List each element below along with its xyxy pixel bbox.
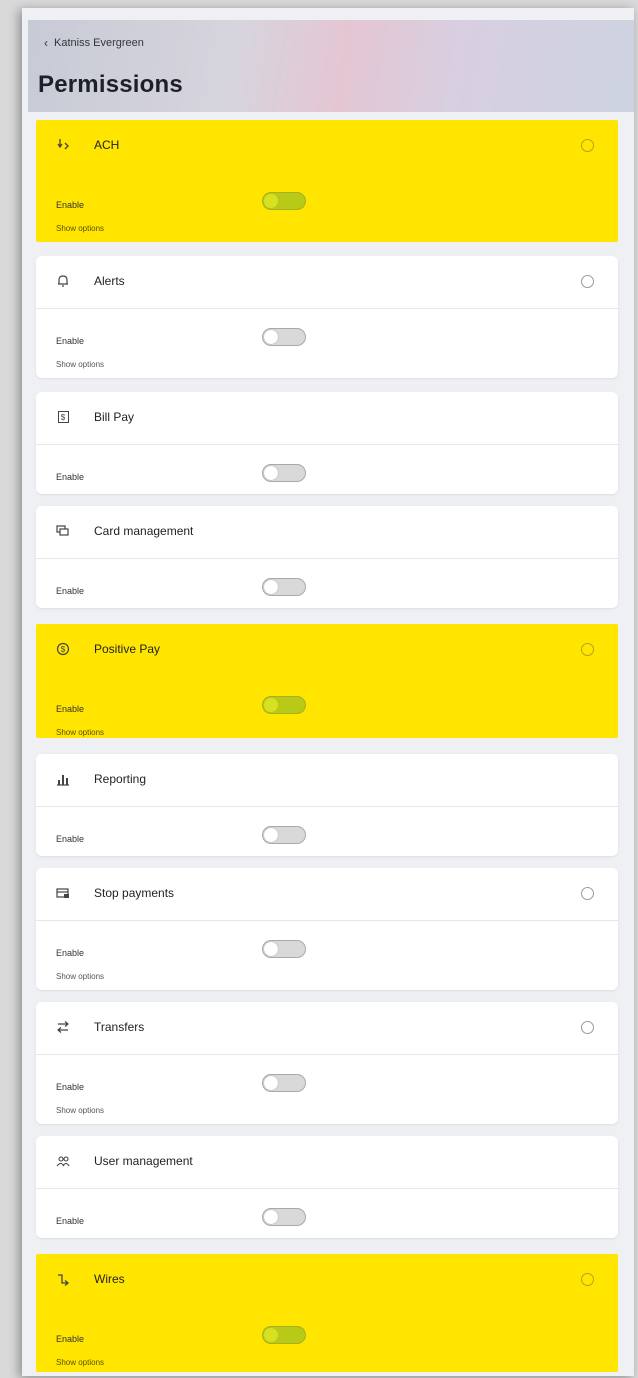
card-title: Stop payments <box>94 886 175 900</box>
info-icon[interactable] <box>581 643 594 656</box>
show-options-link[interactable]: Show options <box>56 972 104 981</box>
transfers-enable-toggle[interactable] <box>262 1074 306 1092</box>
permission-card-reporting: Reporting Enable <box>36 754 618 856</box>
enable-label: Enable <box>56 336 85 346</box>
permission-card-wires: Wires Enable Show options <box>36 1254 618 1372</box>
card-title: ACH <box>94 138 120 152</box>
transfer-arrows-icon <box>54 1018 72 1036</box>
card-title: Wires <box>94 1272 125 1286</box>
page-title: Permissions <box>38 71 183 98</box>
enable-label: Enable <box>56 704 85 714</box>
card-header: Reporting <box>36 754 618 807</box>
show-options-link[interactable]: Show options <box>56 728 104 737</box>
wires-enable-toggle[interactable] <box>262 1326 306 1344</box>
card-header: $ Positive Pay <box>36 624 618 676</box>
card-management-enable-toggle[interactable] <box>262 578 306 596</box>
card-header: Card management <box>36 506 618 559</box>
card-header: Stop payments <box>36 868 618 921</box>
card-header: ACH <box>36 120 618 172</box>
back-link[interactable]: ‹ Katniss Evergreen <box>44 36 144 50</box>
card-title: Card management <box>94 524 194 538</box>
ach-icon <box>54 136 72 154</box>
card-title: Reporting <box>94 772 147 786</box>
back-link-label: Katniss Evergreen <box>54 37 144 49</box>
enable-label: Enable <box>56 1216 85 1226</box>
show-options-link[interactable]: Show options <box>56 224 104 233</box>
bar-chart-icon <box>54 770 72 788</box>
permission-card-card-management: Card management Enable <box>36 506 618 608</box>
permission-card-positive-pay: $ Positive Pay Enable Show options <box>36 624 618 738</box>
permission-card-ach: ACH Enable Show options <box>36 120 618 242</box>
show-options-link[interactable]: Show options <box>56 1358 104 1367</box>
permission-card-stop-payments: Stop payments Enable Show options <box>36 868 618 990</box>
user-management-enable-toggle[interactable] <box>262 1208 306 1226</box>
enable-label: Enable <box>56 1334 85 1344</box>
info-icon[interactable] <box>581 1273 594 1286</box>
card-header: $ Bill Pay <box>36 392 618 445</box>
card-header: Wires <box>36 1254 618 1306</box>
enable-label: Enable <box>56 586 85 596</box>
cards-icon <box>54 522 72 540</box>
alerts-enable-toggle[interactable] <box>262 328 306 346</box>
bill-pay-enable-toggle[interactable] <box>262 464 306 482</box>
enable-label: Enable <box>56 834 85 844</box>
dollar-circle-icon: $ <box>54 640 72 658</box>
stop-payment-icon <box>54 884 72 902</box>
info-icon[interactable] <box>581 275 594 288</box>
card-header: Alerts <box>36 256 618 309</box>
permission-card-transfers: Transfers Enable Show options <box>36 1002 618 1124</box>
show-options-link[interactable]: Show options <box>56 360 104 369</box>
positive-pay-enable-toggle[interactable] <box>262 696 306 714</box>
enable-label: Enable <box>56 1082 85 1092</box>
enable-label: Enable <box>56 948 85 958</box>
info-icon[interactable] <box>581 139 594 152</box>
card-title: Positive Pay <box>94 642 161 656</box>
reporting-enable-toggle[interactable] <box>262 826 306 844</box>
dollar-box-icon: $ <box>54 408 72 426</box>
card-title: Transfers <box>94 1020 145 1034</box>
card-title: Bill Pay <box>94 410 135 424</box>
info-icon[interactable] <box>581 1021 594 1034</box>
wires-icon <box>54 1270 72 1288</box>
stop-payments-enable-toggle[interactable] <box>262 940 306 958</box>
enable-label: Enable <box>56 200 85 210</box>
card-header: Transfers <box>36 1002 618 1055</box>
permission-card-user-management: User management Enable <box>36 1136 618 1238</box>
enable-label: Enable <box>56 472 85 482</box>
card-header: User management <box>36 1136 618 1189</box>
info-icon[interactable] <box>581 887 594 900</box>
permission-card-bill-pay: $ Bill Pay Enable <box>36 392 618 494</box>
card-title: Alerts <box>94 274 125 288</box>
users-icon <box>54 1152 72 1170</box>
app-frame: ‹ Katniss Evergreen Permissions ACH Enab… <box>22 8 634 1376</box>
show-options-link[interactable]: Show options <box>56 1106 104 1115</box>
page-header: ‹ Katniss Evergreen Permissions <box>28 20 634 112</box>
ach-enable-toggle[interactable] <box>262 192 306 210</box>
chevron-left-icon: ‹ <box>44 36 48 50</box>
card-title: User management <box>94 1154 193 1168</box>
svg-text:$: $ <box>61 645 66 654</box>
permission-card-alerts: Alerts Enable Show options <box>36 256 618 378</box>
bell-icon <box>54 272 72 290</box>
